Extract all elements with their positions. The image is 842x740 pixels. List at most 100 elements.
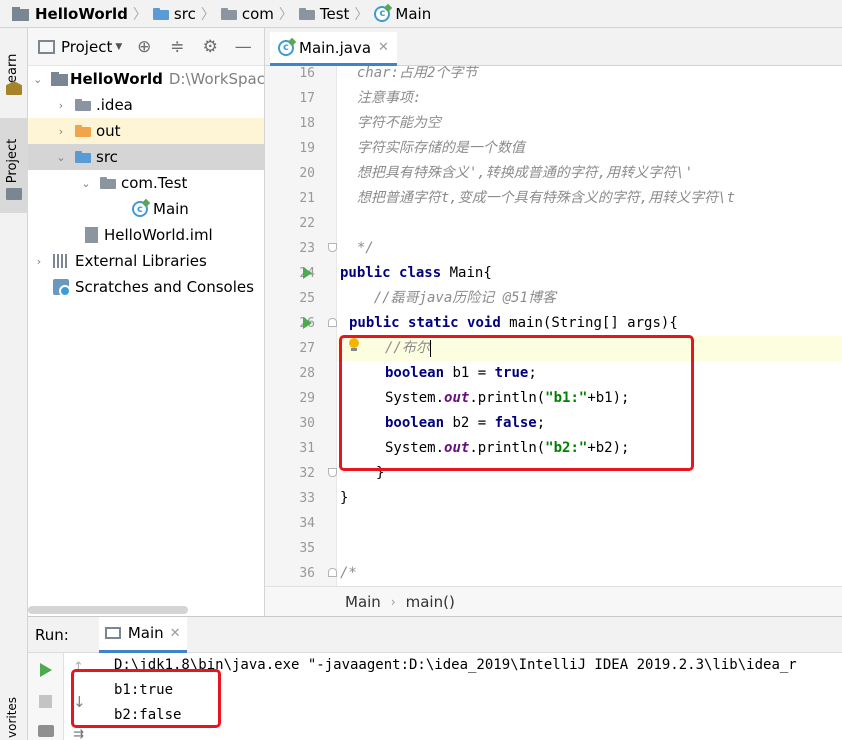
horizontal-scrollbar[interactable] [28,606,188,614]
chevron-down-icon[interactable]: ⌄ [80,177,92,190]
breadcrumb-label: src [173,4,196,23]
breadcrumb-main[interactable]: c Main [374,0,431,28]
navigation-bar: HelloWorld 〉 src 〉 com 〉 Test 〉 c Main [0,0,842,28]
tree-item-label: com.Test [121,174,188,192]
tree-item-helloworld[interactable]: ⌄ HelloWorld D:\WorkSpac [28,66,264,92]
line-number: 16 [299,66,315,81]
tree-item-iml[interactable]: HelloWorld.iml [28,222,264,248]
code-text: ; [536,415,546,431]
code-line-20: 想把具有特殊含义',转换成普通的字符,用转义字符\' [340,165,693,181]
code-text: ; [528,365,537,381]
tree-item-main[interactable]: c Main [28,196,264,222]
run-toolbar [28,653,64,740]
crumb-class[interactable]: Main [345,593,381,611]
line-number: 31 [299,441,315,456]
keyword: static [408,315,459,331]
string-literal: "b1:" [545,390,588,406]
line-number: 30 [299,416,315,431]
rerun-icon[interactable] [40,663,52,677]
folder-icon [152,7,169,20]
tree-item-external-libraries[interactable]: › External Libraries [28,248,264,274]
project-view-selector[interactable]: Project [61,38,112,56]
code-line-26: public static void main(String[] args){ [349,311,842,336]
line-number: 23 [299,241,315,256]
breadcrumb-label: Test [319,4,350,23]
code-line-29: System.out.println("b1:"+b1); [385,386,842,411]
chevron-right-icon: 〉 [200,6,215,23]
code-line-36: /* [340,565,357,581]
run-tab-main[interactable]: Main ✕ [98,616,187,653]
fold-icon[interactable] [328,243,337,252]
code-editor[interactable]: 16 17 18 19 20 21 22 23 24 25 26 27 28 2… [265,66,842,586]
chevron-down-icon[interactable]: ⌄ [55,151,67,164]
text-caret [429,339,431,357]
code-text: System. [385,390,445,406]
breadcrumb-com[interactable]: com 〉 [220,0,299,28]
up-arrow-icon[interactable]: ↑ [73,660,84,675]
chevron-down-icon[interactable]: ▼ [115,42,122,52]
tab-main-java[interactable]: c Main.java ✕ [270,32,397,66]
chevron-down-icon[interactable]: ⌄ [33,73,43,86]
line-number: 35 [299,541,315,556]
soft-wrap-icon[interactable]: ⇉ [73,727,84,740]
console-output[interactable]: D:\jdk1.8\bin\java.exe "-javaagent:D:\id… [100,653,842,740]
code-text: +b1); [587,390,630,406]
tree-item-idea[interactable]: › .idea [28,92,264,118]
console-line: D:\jdk1.8\bin\java.exe "-javaagent:D:\id… [114,657,797,673]
code-line-24: public class Main{ [340,261,842,286]
console-line: b2:false [114,707,182,723]
tree-item-out[interactable]: › out [28,118,264,144]
code-line-18: 字符不能为空 [340,115,441,131]
breadcrumb-test[interactable]: Test 〉 [298,0,375,28]
favorites-tool-tab[interactable]: vorites [5,688,19,738]
close-icon[interactable]: ✕ [170,626,181,641]
chevron-right-icon: 〉 [278,6,293,23]
minimize-icon[interactable]: — [232,36,254,58]
close-icon[interactable]: ✕ [378,40,389,55]
breadcrumb-project[interactable]: HelloWorld 〉 [12,0,153,28]
run-tab-label: Main [127,624,164,642]
code-area[interactable]: char:占用2个字节 注意事项: 字符不能为空 字符实际存储的是一个数值 想把… [340,66,842,586]
keyword: true [494,365,529,381]
tree-item-label: Main [153,200,189,218]
tree-item-src[interactable]: ⌄ src [28,144,264,170]
line-number: 32 [299,466,315,481]
breadcrumb-label: HelloWorld [35,4,128,23]
chevron-right-icon[interactable]: › [55,99,67,112]
static-field: out [444,390,470,406]
down-arrow-icon[interactable]: ↓ [73,693,86,711]
chevron-right-icon: › [390,594,396,609]
gear-icon[interactable]: ⚙ [199,36,221,58]
dump-threads-icon[interactable] [38,725,54,737]
keyword: public [349,315,400,331]
breadcrumb-src[interactable]: src 〉 [152,0,221,28]
code-line-25: //磊哥java历险记 @51博客 [340,290,557,306]
source-folder-icon [75,151,91,163]
breadcrumb-label: Main [395,4,432,23]
stop-icon[interactable] [39,695,52,708]
run-method-icon[interactable] [303,317,312,329]
scratches-icon [53,279,71,297]
console-toolbar: ↑ ↓ ⇉ [64,653,94,740]
chevron-right-icon[interactable]: › [55,125,67,138]
crumb-method[interactable]: main() [406,593,455,611]
chevron-right-icon[interactable]: › [33,255,45,268]
tree-item-com-test[interactable]: ⌄ com.Test [28,170,264,196]
collapse-all-icon[interactable]: ≑ [166,36,188,58]
fold-icon[interactable] [328,318,337,327]
run-panel: Run: Main ✕ ↑ ↓ ⇉ D:\jdk1.8\bin\java.exe… [28,616,842,740]
line-number: 25 [299,291,315,306]
tree-item-label: Scratches and Consoles [75,278,254,296]
static-field: out [444,440,470,456]
keyword: class [399,265,442,281]
folder-icon [6,188,22,200]
tree-item-scratches[interactable]: Scratches and Consoles [28,274,264,300]
breadcrumb-label: com [241,4,274,23]
fold-icon[interactable] [328,468,337,477]
code-line-32: } [376,465,385,481]
string-literal: "b2:" [545,440,588,456]
fold-icon[interactable] [328,568,337,577]
run-class-icon[interactable] [303,267,312,279]
line-number: 33 [299,491,315,506]
locate-icon[interactable]: ⊕ [133,36,155,58]
